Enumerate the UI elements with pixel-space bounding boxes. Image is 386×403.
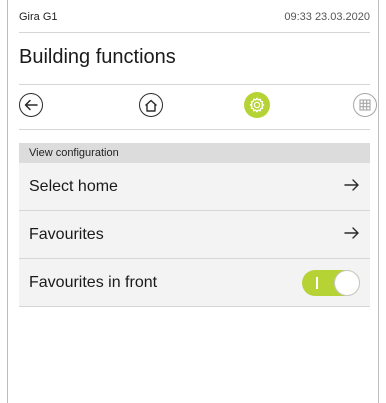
back-button[interactable]	[19, 93, 43, 117]
status-bar: Gira G1 09:33 23.03.2020	[19, 0, 370, 33]
home-button[interactable]	[139, 93, 163, 117]
arrow-right-icon	[344, 179, 359, 191]
list-item-label: Select home	[29, 177, 118, 195]
grid-icon	[359, 99, 371, 111]
list-item-favourites-in-front: Favourites in front	[19, 259, 370, 307]
navigation-bar	[19, 84, 377, 130]
list-item-favourites[interactable]: Favourites	[19, 211, 370, 259]
device-name: Gira G1	[19, 11, 58, 23]
section-header: View configuration	[19, 143, 370, 163]
date-time: 09:33 23.03.2020	[284, 11, 370, 23]
device-screen: Gira G1 09:33 23.03.2020 Building functi…	[7, 0, 379, 403]
settings-button[interactable]	[244, 92, 270, 118]
settings-list: Select home Favourites Favourites in fro…	[19, 163, 370, 307]
toggle-knob	[334, 270, 360, 296]
list-item-select-home[interactable]: Select home	[19, 163, 370, 211]
home-icon	[145, 99, 157, 112]
arrow-right-icon	[344, 227, 359, 239]
list-item-label: Favourites	[29, 225, 104, 243]
back-arrow-icon	[24, 99, 38, 111]
page-title: Building functions	[19, 46, 176, 68]
grid-view-button[interactable]	[353, 93, 377, 117]
gear-icon	[249, 97, 265, 113]
toggle-on-indicator	[316, 277, 318, 289]
list-item-label: Favourites in front	[29, 273, 158, 291]
favourites-in-front-toggle[interactable]	[302, 270, 360, 296]
